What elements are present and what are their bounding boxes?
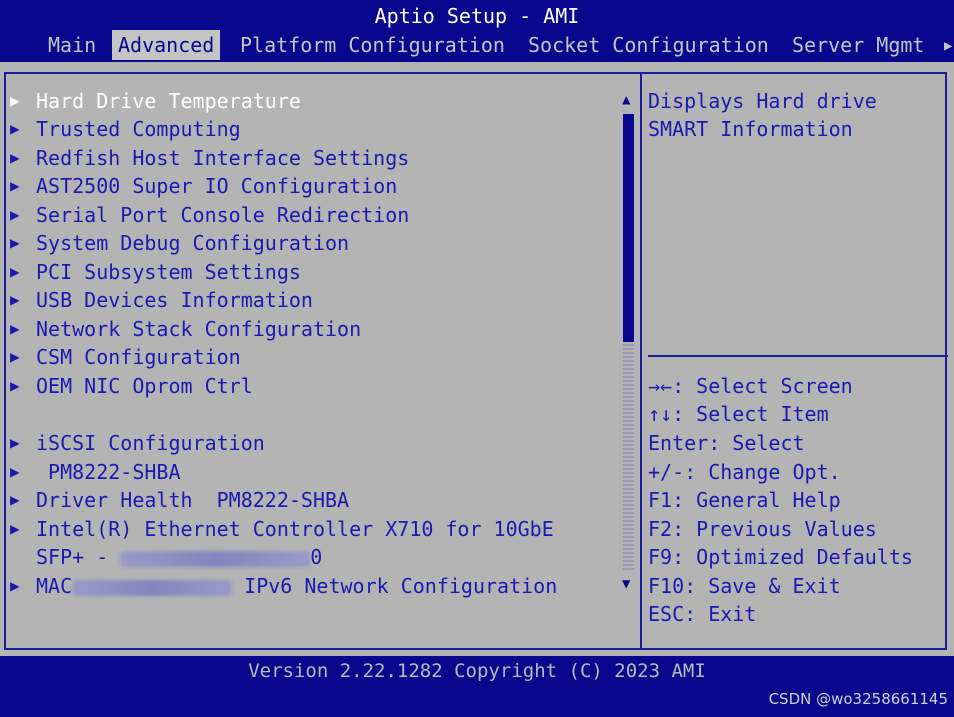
menu-item-csm-configuration[interactable]: ▶ CSM Configuration (10, 343, 241, 371)
menu-item-label: Redfish Host Interface Settings (36, 146, 410, 170)
menu-item-oem-nic-oprom[interactable]: ▶ OEM NIC Oprom Ctrl (10, 372, 253, 400)
key-help-change-opt: +/-: Change Opt. (648, 460, 841, 484)
menu-item-label: PCI Subsystem Settings (36, 260, 301, 284)
submenu-arrow-icon: ▶ (10, 233, 20, 252)
menu-item-label: iSCSI Configuration (36, 431, 265, 455)
redacted-mac-address (72, 579, 233, 596)
key-help-optimized-defaults: F9: Optimized Defaults (648, 545, 913, 569)
menu-item-ast2500-super-io[interactable]: ▶ AST2500 Super IO Configuration (10, 172, 397, 200)
menu-item-label: Intel(R) Ethernet Controller X710 for 10… (36, 517, 554, 541)
menu-item-driver-health[interactable]: ▶ Driver Health PM8222-SHBA (10, 486, 349, 514)
tab-main[interactable]: Main (48, 30, 96, 60)
submenu-arrow-icon: ▶ (10, 176, 20, 195)
menu-item-label-prefix: MAC (36, 574, 73, 598)
menu-item-trusted-computing[interactable]: ▶ Trusted Computing (10, 115, 241, 143)
tab-bar: Main Advanced Platform Configuration Soc… (0, 30, 954, 60)
redacted-mac-address (120, 550, 311, 567)
submenu-arrow-icon: ▶ (10, 347, 20, 366)
key-help-select-item: ↑↓: Select Item (648, 402, 829, 426)
submenu-arrow-icon: ▶ (10, 519, 20, 538)
menu-item-label: PM8222-SHBA (36, 460, 181, 484)
submenu-arrow-icon: ▶ (10, 91, 20, 110)
tabs-more-arrow-icon[interactable]: ▶ (944, 38, 952, 54)
menu-item-label: Trusted Computing (36, 117, 241, 141)
help-description-line: SMART Information (648, 117, 853, 141)
menu-item-label: Network Stack Configuration (36, 317, 362, 341)
menu-item-system-debug[interactable]: ▶ System Debug Configuration (10, 229, 349, 257)
tab-platform-configuration[interactable]: Platform Configuration (240, 30, 505, 60)
menu-item-network-stack[interactable]: ▶ Network Stack Configuration (10, 315, 361, 343)
help-description-line: Displays Hard drive (648, 89, 877, 113)
menu-item-iscsi-configuration[interactable]: ▶ iSCSI Configuration (10, 429, 265, 457)
submenu-arrow-icon: ▶ (10, 462, 20, 481)
key-help-general-help: F1: General Help (648, 488, 841, 512)
menu-item-ipv6-network-config[interactable]: ▶ MAC IPv6 Network Configuration (10, 572, 557, 600)
version-footer: Version 2.22.1282 Copyright (C) 2023 AMI (248, 660, 706, 682)
menu-item-label-prefix: SFP+ - (36, 545, 121, 569)
menu-item-label: Serial Port Console Redirection (36, 203, 410, 227)
menu-item-label-suffix: IPv6 Network Configuration (232, 574, 558, 598)
help-separator (648, 355, 948, 357)
menu-item-label: System Debug Configuration (36, 231, 350, 255)
scrollbar-thumb[interactable] (623, 114, 634, 342)
menu-item-label: AST2500 Super IO Configuration (36, 174, 398, 198)
submenu-arrow-icon: ▶ (10, 205, 20, 224)
menu-item-label: USB Devices Information (36, 288, 313, 312)
key-help-exit: ESC: Exit (648, 602, 757, 626)
main-panel: ▶ Hard Drive Temperature ▶ Trusted Computi… (0, 62, 954, 656)
submenu-arrow-icon: ▶ (10, 262, 20, 281)
tab-socket-configuration[interactable]: Socket Configuration (528, 30, 769, 60)
menu-item-intel-ethernet-x710[interactable]: ▶ Intel(R) Ethernet Controller X710 for 1… (10, 515, 554, 543)
scroll-up-arrow-icon[interactable]: ▲ (622, 92, 630, 108)
menu-item-hard-drive-temperature[interactable]: ▶ Hard Drive Temperature (10, 87, 301, 115)
arrow-left-right-icon: →← (648, 374, 673, 398)
submenu-arrow-icon: ▶ (10, 490, 20, 509)
scroll-down-arrow-icon[interactable]: ▼ (622, 576, 630, 592)
submenu-arrow-icon: ▶ (10, 319, 20, 338)
menu-item-label-suffix: 0 (310, 545, 323, 569)
menu-item-label: Driver Health PM8222-SHBA (36, 488, 350, 512)
submenu-arrow-icon: ▶ (10, 290, 20, 309)
csdn-watermark: CSDN @wo3258661145 (768, 690, 948, 708)
key-help-select-screen: →←: Select Screen (648, 374, 853, 398)
submenu-arrow-icon: ▶ (10, 433, 20, 452)
submenu-arrow-icon: ▶ (10, 119, 20, 138)
menu-item-pci-subsystem[interactable]: ▶ PCI Subsystem Settings (10, 258, 301, 286)
window-title: Aptio Setup - AMI (374, 4, 580, 28)
tab-advanced[interactable]: Advanced (112, 30, 221, 60)
menu-item-label: OEM NIC Oprom Ctrl (36, 374, 253, 398)
menu-item-serial-port-console[interactable]: ▶ Serial Port Console Redirection (10, 201, 409, 229)
submenu-arrow-icon: ▶ (10, 376, 20, 395)
menu-item-label: CSM Configuration (36, 345, 241, 369)
key-help-save-exit: F10: Save & Exit (648, 574, 841, 598)
key-help-previous-values: F2: Previous Values (648, 517, 877, 541)
menu-item-label: Hard Drive Temperature (36, 89, 301, 113)
menu-item-redfish-host-interface[interactable]: ▶ Redfish Host Interface Settings (10, 144, 409, 172)
key-help-enter: Enter: Select (648, 431, 805, 455)
submenu-arrow-icon: ▶ (10, 576, 20, 595)
submenu-arrow-icon: ▶ (10, 148, 20, 167)
arrow-up-down-icon: ↑↓ (648, 402, 673, 426)
menu-item-usb-devices[interactable]: ▶ USB Devices Information (10, 286, 313, 314)
panel-divider (640, 72, 642, 650)
menu-item-intel-ethernet-x710-continued[interactable]: SFP+ - 0 (10, 543, 322, 571)
tab-server-mgmt[interactable]: Server Mgmt (792, 30, 924, 60)
menu-item-pm8222-shba[interactable]: ▶ PM8222-SHBA (10, 458, 181, 486)
